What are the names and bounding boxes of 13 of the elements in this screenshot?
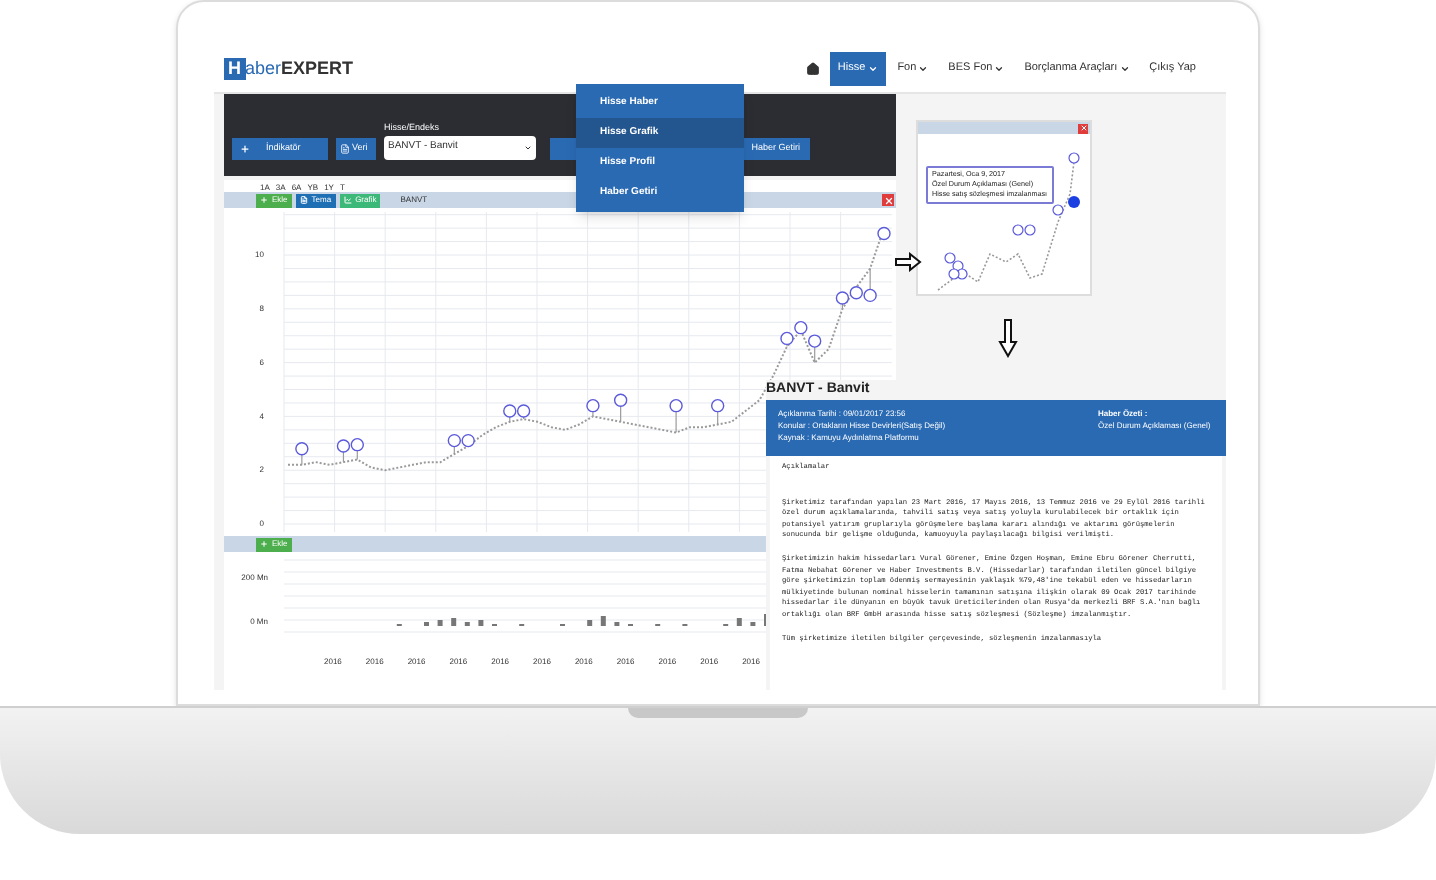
- document-icon: [299, 196, 308, 204]
- logo-text: aberEXPERT: [245, 59, 354, 77]
- home-icon[interactable]: [805, 61, 820, 75]
- close-button[interactable]: [1078, 123, 1088, 133]
- line-chart-icon: [343, 196, 352, 204]
- logo-mark: H: [224, 57, 245, 79]
- plus-icon: [260, 540, 268, 548]
- close-icon: [883, 195, 893, 205]
- down-arrow-icon: [998, 318, 1018, 358]
- plus-icon: [260, 196, 268, 204]
- plus-icon: [240, 144, 250, 154]
- document-icon: [340, 144, 350, 154]
- close-button[interactable]: [882, 194, 894, 206]
